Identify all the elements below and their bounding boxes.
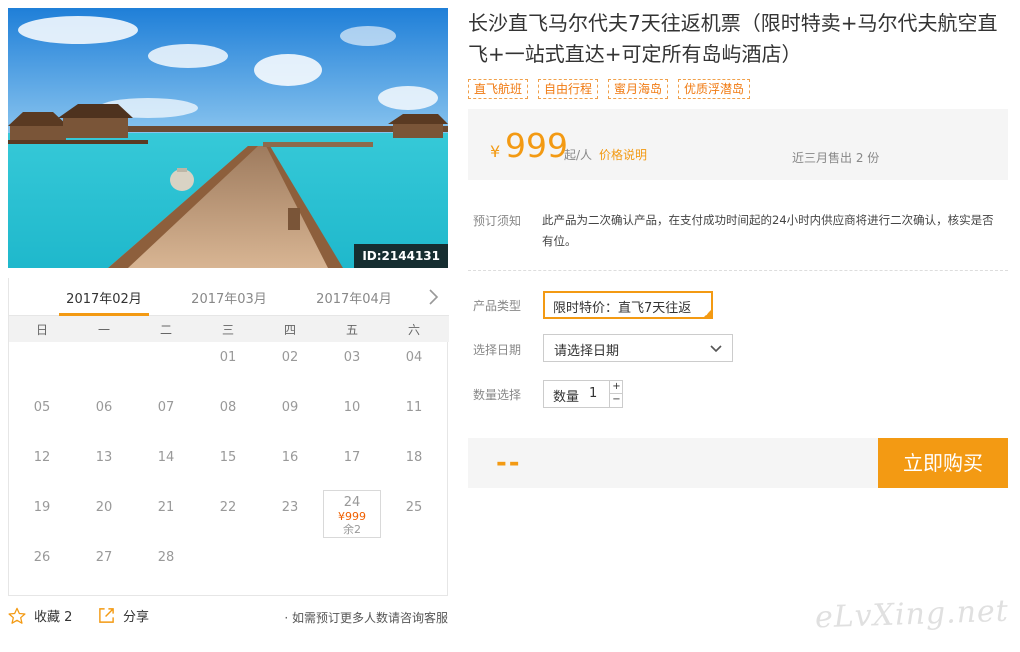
tag-list: 直飞航班 自由行程 蜜月海岛 优质浮潜岛	[468, 79, 760, 99]
buy-bar: -- 立即购买	[468, 438, 1008, 488]
chevron-right-icon	[429, 289, 439, 305]
weekday-thu: 四	[283, 323, 296, 337]
quantity-increment-button[interactable]: +	[609, 381, 623, 394]
weekday-header: 日 一 二 三 四 五 六	[9, 316, 449, 342]
calendar-day: 16	[281, 450, 299, 465]
calendar-day: 28	[157, 550, 175, 565]
calendar-day: 20	[95, 500, 113, 515]
favorite-label: 收藏 2	[34, 610, 73, 625]
weekday-sun: 日	[35, 323, 48, 337]
calendar-day: 02	[281, 350, 299, 365]
tag-free-itinerary: 自由行程	[538, 79, 599, 99]
calendar-day: 05	[33, 400, 51, 415]
price-amount: 999	[505, 126, 568, 165]
calendar-day: 09	[281, 400, 299, 415]
calendar-day: 14	[157, 450, 175, 465]
share-icon	[99, 608, 114, 623]
calendar-day: 04	[405, 350, 423, 365]
date-label: 选择日期	[473, 343, 522, 357]
site-watermark: eLvXing.net	[814, 593, 1010, 636]
calendar-day: 15	[219, 450, 237, 465]
calendar-day: 03	[343, 350, 361, 365]
calendar-day: 21	[157, 500, 175, 515]
calendar-day: 23	[281, 500, 299, 515]
calendar-day: 10	[343, 400, 361, 415]
month-tabs: 2017年02月 2017年03月 2017年04月	[9, 278, 449, 316]
chevron-down-icon	[710, 345, 722, 353]
product-type-label: 产品类型	[473, 299, 522, 313]
month-tab-mar[interactable]: 2017年03月	[179, 288, 279, 307]
calendar-day: 12	[33, 450, 51, 465]
consult-note: · 如需预订更多人数请咨询客服	[284, 611, 448, 625]
day-number: 24	[343, 495, 361, 510]
price-unit: 起/人	[564, 148, 593, 162]
calendar-day: 11	[405, 400, 423, 415]
calendar-day: 19	[33, 500, 51, 515]
divider	[468, 270, 1008, 271]
weekday-tue: 二	[159, 323, 172, 337]
product-type-value: 限时特价：直飞7天往返	[553, 301, 692, 316]
tag-honeymoon: 蜜月海岛	[608, 79, 669, 99]
calendar-day: 17	[343, 450, 361, 465]
calendar-day: 18	[405, 450, 423, 465]
share-button[interactable]: 分享	[98, 606, 149, 625]
date-select[interactable]: 请选择日期	[543, 334, 733, 362]
buy-now-button[interactable]: 立即购买	[878, 438, 1008, 488]
notice-text: 此产品为二次确认产品，在支付成功时间起的24小时内供应商将进行二次确认，核实是否…	[542, 213, 994, 248]
product-type-option[interactable]: 限时特价：直飞7天往返 ✓	[543, 291, 713, 319]
calendar-day: 26	[33, 550, 51, 565]
price-note-link[interactable]: 价格说明	[599, 146, 647, 163]
calendar-day: 13	[95, 450, 113, 465]
weekday-fri: 五	[345, 323, 358, 337]
date-select-value: 请选择日期	[554, 344, 620, 359]
calendar-day: 25	[405, 500, 423, 515]
weekday-sat: 六	[407, 323, 420, 337]
month-tab-apr[interactable]: 2017年04月	[304, 288, 404, 307]
next-month-button[interactable]	[427, 288, 441, 306]
currency-symbol: ¥	[490, 142, 501, 161]
day-remaining: 余2	[343, 523, 361, 536]
image-id-badge: ID:2144131	[354, 244, 448, 268]
price-calendar: 2017年02月 2017年03月 2017年04月 日 一 二 三 四 五 六…	[8, 278, 449, 596]
action-bar: 收藏 2 分享 · 如需预订更多人数请咨询客服	[8, 606, 448, 628]
product-photo: ID:2144131	[8, 8, 448, 268]
favorite-button[interactable]: 收藏 2	[8, 606, 72, 625]
day-grid: 01 02 03 04 05 06 07 08 09 10 11 12 13 14 15 16 17 18 19 20…	[9, 342, 449, 594]
calendar-day-available[interactable]: 24 ¥999 余2	[323, 490, 381, 538]
calendar-day: 07	[157, 400, 175, 415]
calendar-day: 01	[219, 350, 237, 365]
maldives-photo	[8, 8, 448, 268]
calendar-day: 06	[95, 400, 113, 415]
weekday-mon: 一	[97, 323, 110, 337]
tag-direct-flight: 直飞航班	[468, 79, 529, 99]
total-price: --	[496, 448, 522, 478]
sold-count: 近三月售出 2 份	[792, 151, 880, 165]
product-title: 长沙直飞马尔代夫7天往返机票（限时特卖+马尔代夫航空直飞+一站式直达+可定所有岛…	[468, 11, 998, 66]
star-icon	[8, 607, 26, 624]
price-box: ¥ 999 起/人 价格说明 近三月售出 2 份	[468, 109, 1008, 180]
quantity-stepper: 数量 1 + −	[543, 380, 623, 408]
check-icon: ✓	[704, 309, 711, 318]
weekday-wed: 三	[221, 323, 234, 337]
notice-label: 预订须知	[473, 214, 522, 228]
day-price: ¥999	[338, 510, 366, 523]
quantity-label: 数量	[553, 390, 580, 405]
calendar-day: 22	[219, 500, 237, 515]
month-tab-feb[interactable]: 2017年02月	[54, 288, 154, 307]
tag-snorkeling: 优质浮潜岛	[678, 79, 751, 99]
calendar-day: 27	[95, 550, 113, 565]
share-label: 分享	[123, 610, 150, 625]
quantity-row-label: 数量选择	[473, 388, 522, 402]
quantity-decrement-button[interactable]: −	[609, 394, 623, 407]
quantity-value[interactable]: 1	[589, 386, 597, 401]
calendar-day: 08	[219, 400, 237, 415]
